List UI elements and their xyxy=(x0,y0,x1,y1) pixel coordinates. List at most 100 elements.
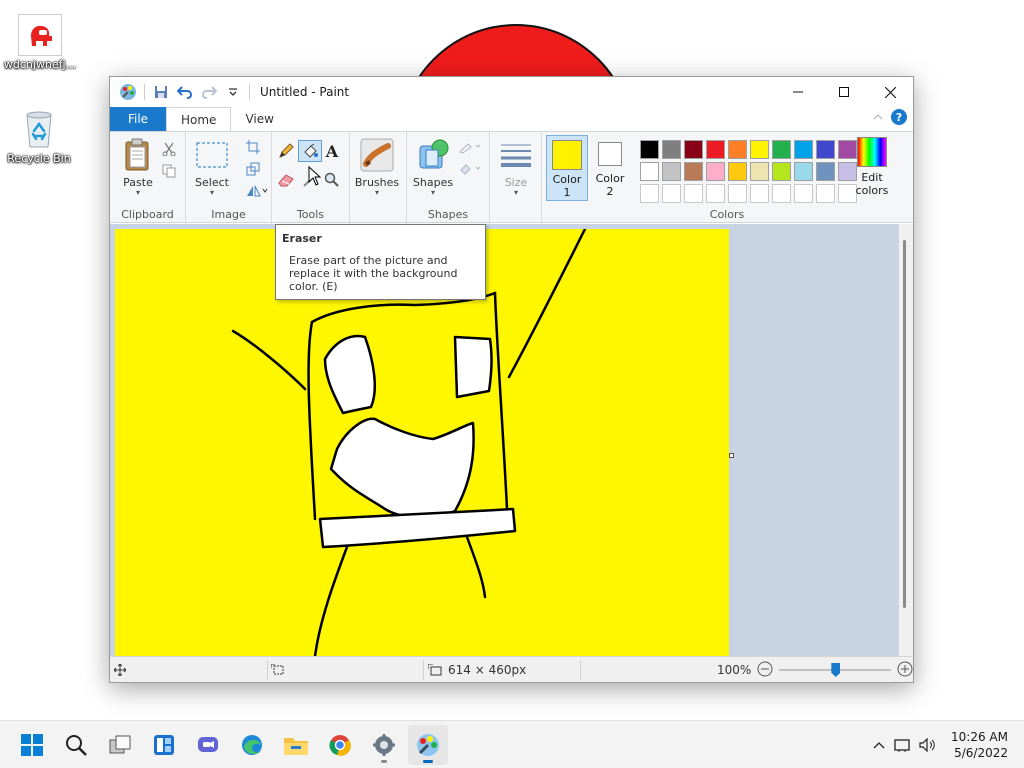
show-hidden-icons-icon[interactable] xyxy=(868,741,890,749)
outline-icon[interactable] xyxy=(457,138,483,156)
zoom-slider-thumb[interactable] xyxy=(831,663,841,677)
zoom-slider[interactable] xyxy=(779,662,892,678)
eraser-tooltip: Eraser Erase part of the picture and rep… xyxy=(275,224,486,300)
palette-swatch[interactable] xyxy=(728,140,747,159)
palette-swatch[interactable] xyxy=(772,162,791,181)
rotate-icon[interactable] xyxy=(244,182,270,200)
crop-icon[interactable] xyxy=(244,138,262,156)
size-button[interactable]: Size ▾ xyxy=(494,138,538,197)
desktop-icon-recycle-bin[interactable]: Recycle Bin xyxy=(1,108,77,165)
palette-swatch[interactable] xyxy=(706,162,725,181)
palette-swatch[interactable] xyxy=(750,162,769,181)
cut-icon[interactable] xyxy=(160,140,178,158)
chevron-down-icon: ▾ xyxy=(430,188,435,197)
widgets-button[interactable] xyxy=(144,725,184,765)
teams-chat-button[interactable] xyxy=(188,725,228,765)
chrome-button[interactable] xyxy=(320,725,360,765)
scrollbar-thumb[interactable] xyxy=(903,240,906,608)
custom-color-slot[interactable] xyxy=(706,184,725,203)
palette-swatch[interactable] xyxy=(706,140,725,159)
file-explorer-button[interactable] xyxy=(276,725,316,765)
shapes-button[interactable]: Shapes ▾ xyxy=(411,138,455,197)
custom-color-slot[interactable] xyxy=(816,184,835,203)
resize-icon[interactable] xyxy=(244,160,262,178)
image-group: Select ▾ Image xyxy=(186,132,272,224)
clock[interactable]: 10:26 AM 5/6/2022 xyxy=(951,729,1008,761)
pencil-icon[interactable] xyxy=(277,142,295,160)
canvas-resize-handle-right[interactable] xyxy=(729,453,734,458)
vertical-scrollbar[interactable] xyxy=(899,224,913,656)
fill-with-color-icon[interactable] xyxy=(298,140,322,162)
text-icon[interactable]: A xyxy=(323,142,341,161)
chevron-down-icon: ▾ xyxy=(135,188,140,197)
eraser-icon[interactable] xyxy=(277,171,295,189)
palette-swatch[interactable] xyxy=(662,140,681,159)
custom-color-slot[interactable] xyxy=(684,184,703,203)
tab-view[interactable]: View xyxy=(231,107,287,131)
task-view-button[interactable] xyxy=(100,725,140,765)
palette-swatch[interactable] xyxy=(662,162,681,181)
paint-window: Untitled - Paint File Home View ? Paste … xyxy=(109,76,914,683)
status-divider xyxy=(267,660,268,680)
brushes-button[interactable]: Brushes ▾ xyxy=(353,138,401,197)
tooltip-body: Erase part of the picture and replace it… xyxy=(289,254,458,293)
search-button[interactable] xyxy=(56,725,96,765)
chrome-icon xyxy=(329,735,351,756)
volume-icon[interactable] xyxy=(916,738,940,752)
undo-icon[interactable] xyxy=(175,82,195,102)
toolbar-separator xyxy=(249,84,250,100)
close-button[interactable] xyxy=(867,77,913,107)
custom-color-slot[interactable] xyxy=(772,184,791,203)
zoom-out-icon[interactable] xyxy=(757,661,773,680)
palette-swatch[interactable] xyxy=(684,140,703,159)
palette-swatch[interactable] xyxy=(684,162,703,181)
running-indicator xyxy=(381,760,387,763)
title-bar[interactable]: Untitled - Paint xyxy=(110,77,913,107)
help-icon[interactable]: ? xyxy=(891,109,907,125)
palette-swatch[interactable] xyxy=(816,140,835,159)
tab-home[interactable]: Home xyxy=(166,107,232,131)
paint-app-icon[interactable] xyxy=(118,82,138,102)
size-lines-icon xyxy=(499,138,533,172)
settings-button[interactable] xyxy=(364,725,404,765)
palette-swatch[interactable] xyxy=(728,162,747,181)
palette-swatch[interactable] xyxy=(772,140,791,159)
palette-swatch[interactable] xyxy=(750,140,769,159)
redo-icon[interactable] xyxy=(199,82,219,102)
save-icon[interactable] xyxy=(151,82,171,102)
copy-icon[interactable] xyxy=(160,162,178,180)
edge-button[interactable] xyxy=(232,725,272,765)
palette-swatch[interactable] xyxy=(640,140,659,159)
maximize-button[interactable] xyxy=(821,77,867,107)
customize-toolbar-icon[interactable] xyxy=(223,82,243,102)
tab-file[interactable]: File xyxy=(110,107,166,131)
custom-color-slot[interactable] xyxy=(750,184,769,203)
paint-button[interactable] xyxy=(408,725,448,765)
fill-icon[interactable] xyxy=(457,160,483,178)
desktop-icon-file[interactable]: wdcnjwnefj... xyxy=(2,14,78,71)
custom-color-slot[interactable] xyxy=(728,184,747,203)
palette-swatch[interactable] xyxy=(816,162,835,181)
custom-color-slot[interactable] xyxy=(662,184,681,203)
network-icon[interactable] xyxy=(890,738,916,752)
palette-swatch[interactable] xyxy=(794,140,813,159)
magnifier-icon[interactable] xyxy=(323,171,341,189)
collapse-ribbon-icon[interactable] xyxy=(873,110,883,124)
minimize-button[interactable] xyxy=(775,77,821,107)
paste-button[interactable]: Paste ▾ xyxy=(116,138,160,197)
start-button[interactable] xyxy=(12,725,52,765)
widgets-icon xyxy=(154,735,174,755)
zoom-in-icon[interactable] xyxy=(897,661,913,680)
custom-color-slot[interactable] xyxy=(794,184,813,203)
color1-button[interactable]: Color 1 xyxy=(546,135,588,201)
color2-button[interactable]: Color 2 xyxy=(590,135,630,201)
window-controls xyxy=(775,77,913,107)
palette-swatch[interactable] xyxy=(794,162,813,181)
custom-color-slot[interactable] xyxy=(640,184,659,203)
palette-swatch[interactable] xyxy=(640,162,659,181)
toolbar-separator xyxy=(144,84,145,100)
edge-icon xyxy=(242,735,262,755)
teams-chat-icon xyxy=(198,737,218,752)
edit-colors-button[interactable]: Edit colors xyxy=(850,137,894,197)
select-button[interactable]: Select ▾ xyxy=(190,138,234,197)
